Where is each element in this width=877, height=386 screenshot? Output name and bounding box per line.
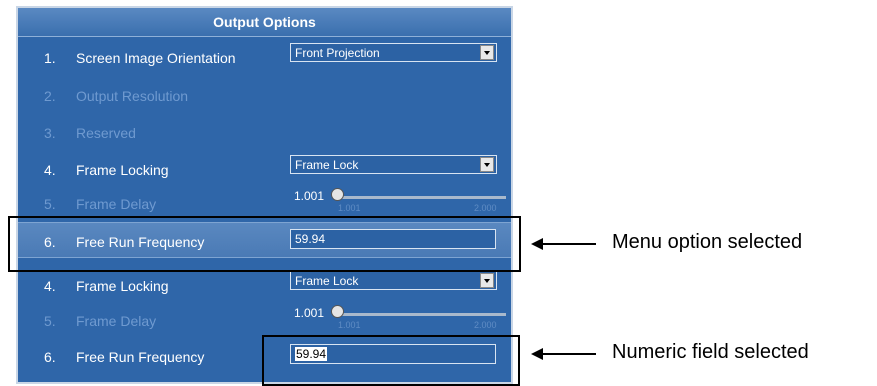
numeric-selected-callout-label: Numeric field selected	[612, 341, 809, 363]
option-row-frame-locking[interactable]: 4. Frame Locking Frame Lock	[18, 151, 511, 187]
chevron-down-icon[interactable]	[480, 273, 494, 288]
dropdown-value: Front Projection	[295, 46, 380, 60]
frame-locking-dropdown[interactable]: Frame Lock	[290, 271, 497, 290]
row-label: Frame Locking	[76, 278, 169, 294]
menu-selection-callout-box	[8, 216, 521, 272]
frame-locking-dropdown[interactable]: Frame Lock	[290, 155, 497, 174]
slider-knob-icon	[331, 188, 344, 201]
row-label: Frame Locking	[76, 162, 169, 178]
slider-value: 1.001	[294, 189, 325, 203]
option-row-output-resolution: 2. Output Resolution	[18, 77, 511, 113]
row-label: Frame Delay	[76, 196, 157, 212]
row-number: 2.	[44, 88, 56, 104]
row-label: Reserved	[76, 125, 136, 141]
slider-min-label: 1.001	[338, 203, 361, 213]
row-number: 4.	[44, 278, 56, 294]
slider-knob-icon	[331, 305, 344, 318]
callout-arrow-line	[541, 243, 596, 245]
dropdown-value: Frame Lock	[295, 274, 359, 288]
option-row-screen-image-orientation[interactable]: 1. Screen Image Orientation Front Projec…	[18, 39, 511, 75]
chevron-down-icon[interactable]	[480, 157, 494, 172]
option-row-frame-delay: 5. Frame Delay 1.001 1.001 2.000	[18, 302, 511, 338]
option-row-frame-locking[interactable]: 4. Frame Locking Frame Lock	[18, 267, 511, 303]
dropdown-value: Frame Lock	[295, 158, 359, 172]
row-number: 3.	[44, 125, 56, 141]
option-row-reserved: 3. Reserved	[18, 114, 511, 150]
panel-title: Output Options	[18, 8, 511, 37]
orientation-dropdown[interactable]: Front Projection	[290, 43, 497, 62]
row-number: 4.	[44, 162, 56, 178]
row-label: Output Resolution	[76, 88, 189, 104]
output-options-panel: Output Options 1. Screen Image Orientati…	[16, 6, 513, 384]
chevron-down-icon[interactable]	[480, 45, 494, 60]
row-number: 1.	[44, 50, 56, 66]
row-label: Free Run Frequency	[76, 349, 205, 365]
slider-max-label: 2.000	[474, 203, 497, 213]
row-number: 5.	[44, 196, 56, 212]
slider-value: 1.001	[294, 306, 325, 320]
row-number: 5.	[44, 313, 56, 329]
slider-min-label: 1.001	[338, 320, 361, 330]
slider-track	[336, 313, 506, 316]
row-number: 6.	[44, 349, 56, 365]
slider-max-label: 2.000	[474, 320, 497, 330]
row-label: Screen Image Orientation	[76, 50, 236, 66]
numeric-selection-callout-box	[262, 335, 520, 386]
callout-arrow-line	[541, 353, 596, 355]
slider-track	[336, 196, 506, 199]
menu-selected-callout-label: Menu option selected	[612, 231, 803, 253]
row-label: Frame Delay	[76, 313, 157, 329]
